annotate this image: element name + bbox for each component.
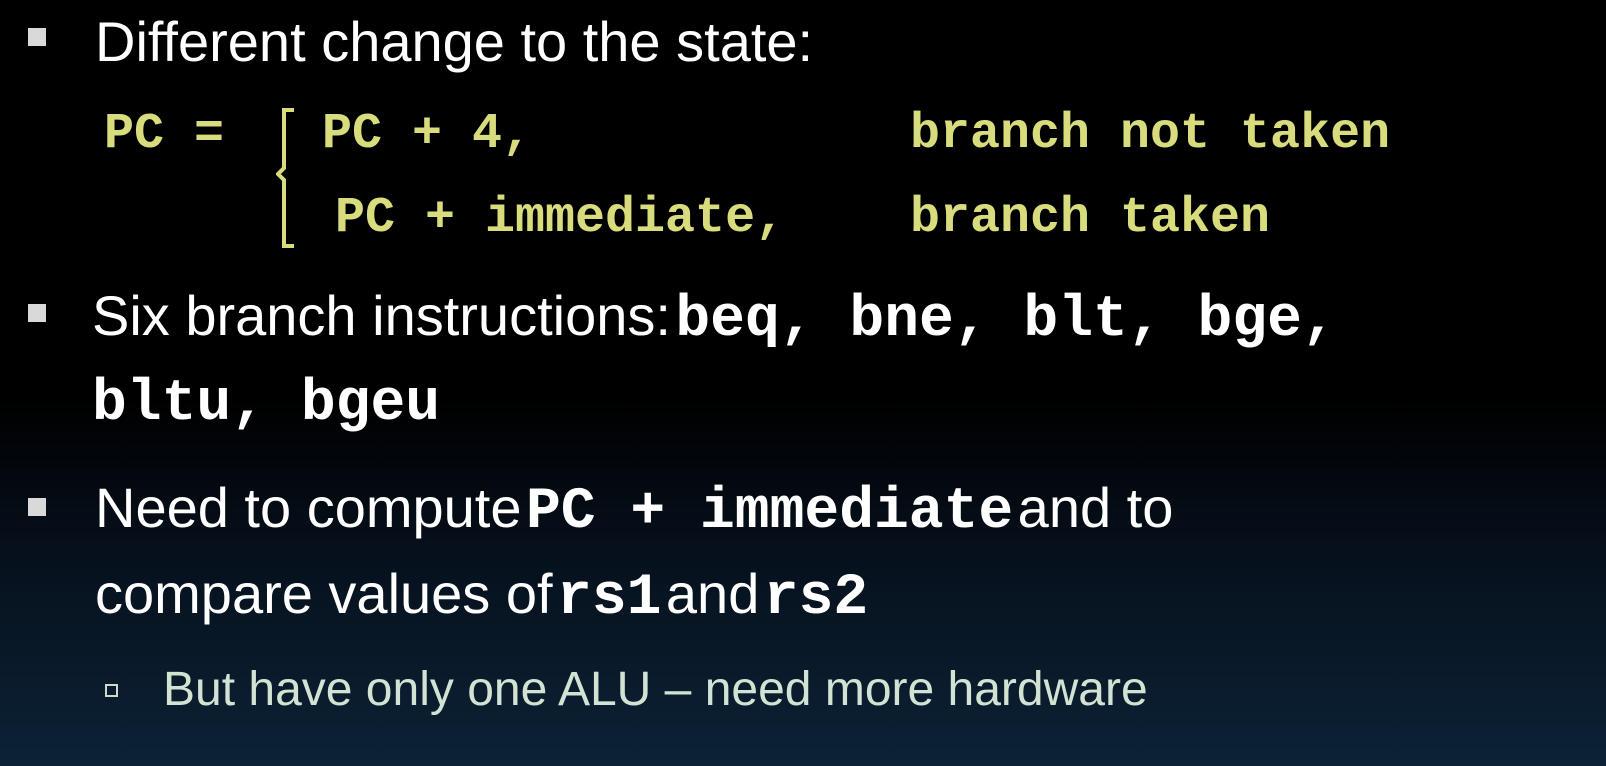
bullet-marker [28,304,46,322]
bullet-3-line-2: compare values of rs1 and rs2 [95,566,868,628]
bullet-3-prefix: Need to compute [95,476,522,539]
bullet-3-line2-prefix: compare values of [95,562,553,625]
pc-immediate-code: PC + immediate [525,480,1014,545]
bullet-3-line-1: Need to compute PC + immediate and to [95,480,1173,542]
sub-bullet-marker [105,684,118,697]
equation-case2-expr: PC + immediate, [335,190,786,247]
bullet-marker [28,28,46,46]
branch-instructions-code: beq, bne, blt, bge, [675,288,1337,353]
bullet-1-text: Different change to the state: [95,10,814,73]
bullet-2-prefix: Six branch instructions: [92,284,671,347]
branch-instructions-code-2: bltu, bgeu [92,372,441,437]
sub-bullet-text: But have only one ALU – need more hardwa… [163,663,1148,716]
rs2-code: rs2 [763,566,869,631]
equation-case1-expr: PC + 4, [322,106,533,163]
bullet-3-middle: and to [1017,476,1174,539]
equation-case2-condition: branch taken [910,190,1271,247]
equation-lhs: PC = [104,106,225,163]
case-brace [276,108,294,248]
equation-case1-condition: branch not taken [910,106,1391,163]
bullet-3-and: and [665,562,760,625]
rs1-code: rs1 [557,566,662,631]
bullet-2-line-1: Six branch instructions: beq, bne, blt, … [92,288,1337,350]
bullet-marker [28,498,46,516]
